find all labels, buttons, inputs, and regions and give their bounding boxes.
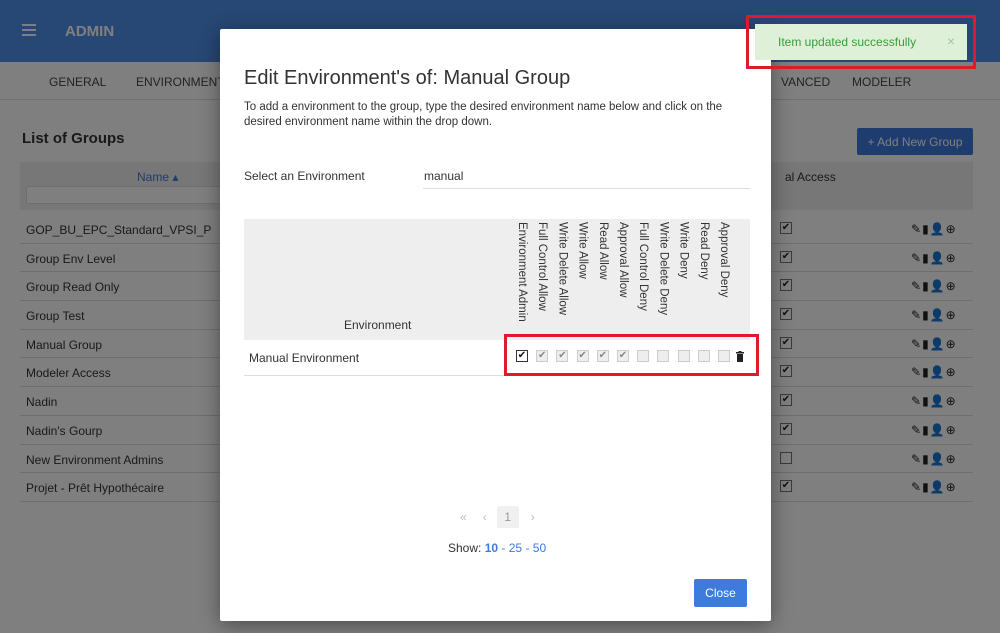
prev-page-icon[interactable]: ‹ (483, 510, 487, 524)
permission-header: Write Delete Deny (657, 222, 670, 316)
show-label: Show: (448, 541, 482, 555)
environment-column-header: Environment (344, 318, 412, 332)
permission-header: Read Deny (697, 222, 710, 280)
first-page-icon[interactable]: « (460, 510, 467, 524)
toast-message: Item updated successfully (778, 35, 917, 49)
environment-name: Manual Environment (249, 351, 360, 365)
close-button[interactable]: Close (694, 579, 747, 607)
permissions-highlight-box (504, 334, 759, 376)
select-environment-label: Select an Environment (244, 169, 365, 183)
permission-header: Write Deny (677, 222, 690, 279)
page-size-25[interactable]: 25 (509, 541, 522, 555)
permission-header: Approval Deny (718, 222, 730, 298)
page-size-selector: Show: 10 - 25 - 50 (448, 541, 546, 555)
permission-header: Full Control Deny (637, 222, 650, 311)
success-toast: Item updated successfully × (755, 24, 967, 60)
permission-header: Full Control Allow (536, 222, 549, 311)
permission-header: Read Allow (596, 222, 609, 280)
permissions-table-header: Environment Environment Admin Full Contro… (244, 219, 750, 340)
page-size-separator: - (501, 541, 506, 555)
environment-search-input[interactable] (423, 163, 750, 189)
permission-header: Approval Allow (617, 222, 629, 298)
modal-title: Edit Environment's of: Manual Group (244, 67, 571, 89)
toast-highlight-box: Item updated successfully × (746, 15, 976, 69)
toast-close-icon[interactable]: × (947, 33, 955, 49)
permission-header: Write Allow (576, 222, 589, 279)
next-page-icon[interactable]: › (531, 510, 535, 524)
page-size-10[interactable]: 10 (485, 541, 498, 555)
page-size-separator: - (525, 541, 530, 555)
edit-environments-modal: Edit Environment's of: Manual Group To a… (220, 29, 771, 621)
modal-description: To add a environment to the group, type … (244, 101, 723, 128)
page-number[interactable]: 1 (496, 506, 519, 528)
pagination: « ‹ 1 › (460, 506, 535, 528)
permission-header: Environment Admin (516, 222, 528, 322)
page-size-50[interactable]: 50 (533, 541, 546, 555)
permission-header: Write Delete Allow (556, 222, 569, 316)
